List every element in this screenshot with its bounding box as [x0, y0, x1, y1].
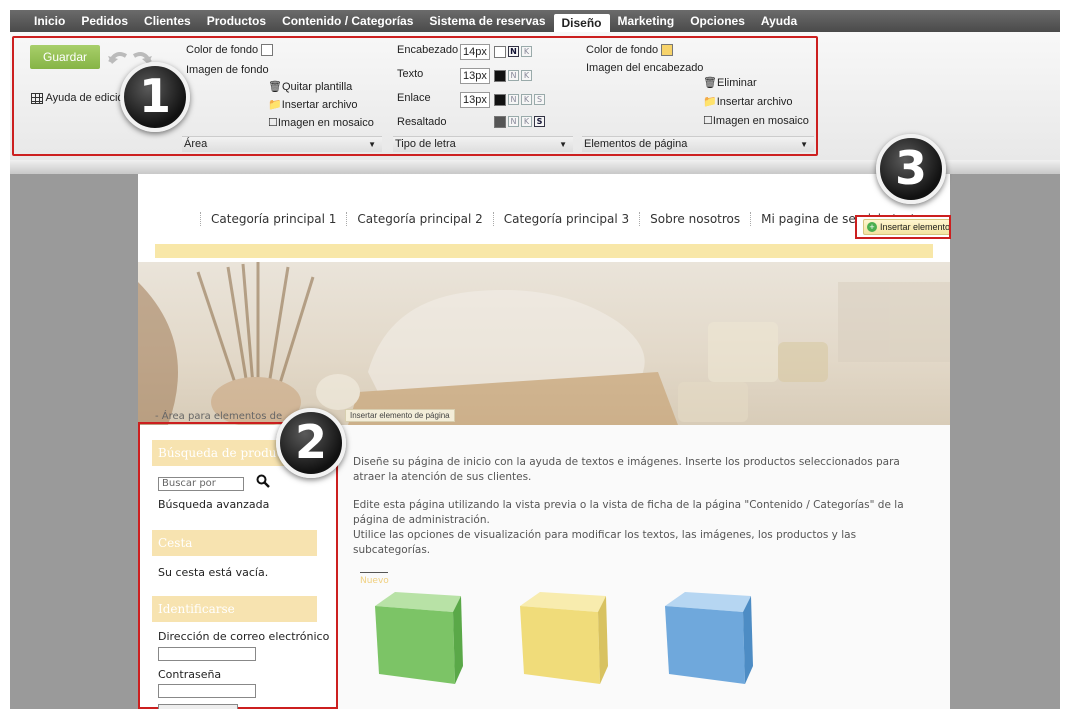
intro-paragraph-1: Diseñe su página de inicio con la ayuda … — [353, 456, 900, 483]
insert-page-element-button[interactable]: Insertar elemento de página — [345, 409, 455, 422]
nav-opciones[interactable]: Opciones — [682, 10, 753, 32]
category-navigation: Categoría principal 1 Categoría principa… — [200, 212, 925, 226]
new-divider — [360, 572, 388, 573]
cart-box-head: Cesta — [152, 530, 317, 556]
email-label: Dirección de correo electrónico — [158, 630, 330, 643]
category-link-3[interactable]: Categoría principal 3 — [492, 212, 639, 226]
insert-element-button[interactable]: + Insertar elemento — [863, 219, 951, 235]
nav-clientes[interactable]: Clientes — [136, 10, 199, 32]
nav-contenido[interactable]: Contenido / Categorías — [274, 10, 421, 32]
login-box-head: Identificarse — [152, 596, 317, 622]
spa-hero-image — [138, 262, 950, 425]
login-button[interactable] — [158, 704, 238, 709]
nav-marketing[interactable]: Marketing — [610, 10, 683, 32]
plus-icon: + — [867, 222, 877, 232]
password-label: Contraseña — [158, 668, 222, 681]
nav-productos[interactable]: Productos — [199, 10, 274, 32]
nav-reservas[interactable]: Sistema de reservas — [421, 10, 553, 32]
intro-paragraph-3: Utilice las opciones de visualización pa… — [353, 529, 857, 556]
password-field[interactable] — [158, 684, 256, 698]
product-image-blue[interactable] — [655, 588, 765, 688]
nav-diseno[interactable]: Diseño — [553, 14, 610, 32]
product-image-green[interactable] — [365, 588, 475, 688]
product-image-yellow[interactable] — [510, 588, 620, 688]
insert-element-label: Insertar elemento — [880, 222, 951, 232]
insert-element-frame: + Insertar elemento — [855, 215, 951, 239]
cart-empty-text: Su cesta está vacía. — [158, 566, 269, 579]
intro-paragraph-2: Edite esta página utilizando la vista pr… — [353, 499, 904, 526]
spa-illustration — [138, 262, 950, 425]
callout-badge-2: 2 — [276, 408, 346, 478]
category-link-about[interactable]: Sobre nosotros — [639, 212, 750, 226]
search-input[interactable]: Buscar por — [158, 477, 244, 491]
advanced-search-link[interactable]: Búsqueda avanzada — [158, 498, 269, 511]
nav-ayuda[interactable]: Ayuda — [753, 10, 805, 32]
header-yellow-bar — [155, 244, 933, 258]
callout-badge-1: 1 — [120, 62, 190, 132]
nav-pedidos[interactable]: Pedidos — [73, 10, 136, 32]
area-elements-label: - Área para elementos de — [155, 411, 283, 422]
category-link-1[interactable]: Categoría principal 1 — [200, 212, 346, 226]
cart-title: Cesta — [152, 530, 317, 556]
nav-inicio[interactable]: Inicio — [26, 10, 73, 32]
search-icon[interactable] — [256, 474, 270, 492]
email-field[interactable] — [158, 647, 256, 661]
top-navigation: Inicio Pedidos Clientes Productos Conten… — [10, 10, 1060, 32]
callout-badge-3: 3 — [876, 134, 946, 204]
login-title: Identificarse — [152, 596, 317, 622]
category-link-2[interactable]: Categoría principal 2 — [346, 212, 492, 226]
new-badge: Nuevo — [360, 576, 389, 586]
